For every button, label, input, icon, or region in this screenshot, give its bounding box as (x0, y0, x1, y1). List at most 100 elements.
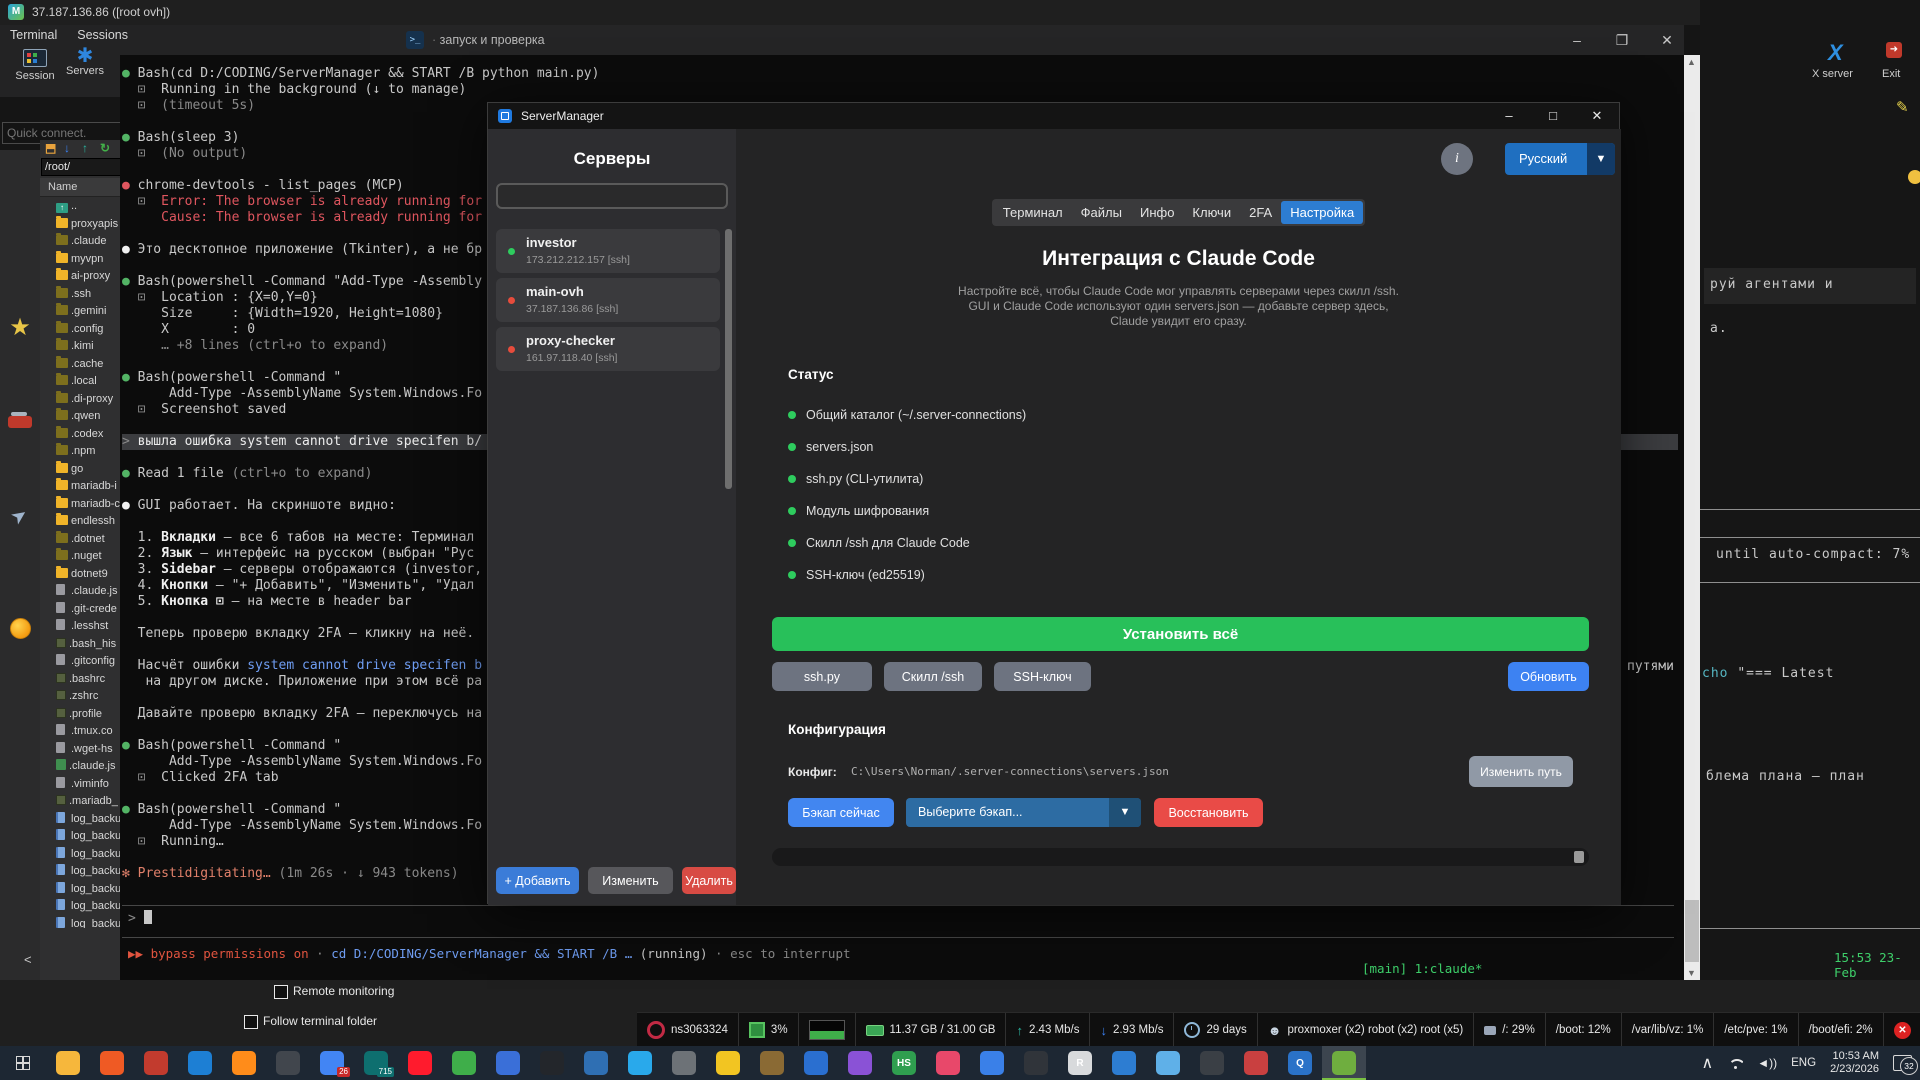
tab-2FA[interactable]: 2FA (1240, 201, 1281, 224)
taskbar-app-icon[interactable] (574, 1046, 618, 1080)
file-item[interactable]: .gitconfig (40, 653, 120, 671)
sm-maximize-button[interactable]: □ (1531, 103, 1575, 129)
file-item[interactable]: log_backu (40, 916, 120, 928)
taskbar-app-icon[interactable] (486, 1046, 530, 1080)
scrollbar-thumb[interactable] (1685, 900, 1699, 962)
x-server-icon[interactable]: X (1828, 40, 1843, 66)
servers-button[interactable]: ✱ Servers (58, 46, 112, 77)
file-item[interactable]: .wget-hs (40, 741, 120, 759)
file-item[interactable]: .cache (40, 355, 120, 374)
file-item[interactable]: .config (40, 320, 120, 339)
file-column-header[interactable]: Name (40, 178, 128, 197)
wifi-icon[interactable] (1727, 1058, 1743, 1069)
file-item[interactable]: log_backu (40, 881, 120, 899)
server-list-scrollbar[interactable] (725, 229, 732, 489)
file-item[interactable]: .claude.js (40, 583, 120, 601)
language-indicator[interactable]: ENG (1791, 1057, 1816, 1069)
taskbar-app-icon[interactable] (1190, 1046, 1234, 1080)
file-item[interactable]: .viminfo (40, 776, 120, 794)
file-item[interactable]: proxyapis (40, 215, 120, 234)
upload-icon[interactable]: ↑ (82, 141, 88, 155)
taskbar-app-icon[interactable] (970, 1046, 1014, 1080)
edit-server-button[interactable]: Изменить (588, 867, 673, 894)
server-list-item[interactable]: proxy-checker 161.97.118.40 [ssh] (496, 327, 720, 371)
restore-button[interactable]: Восстановить (1154, 798, 1263, 827)
yellow-dot-icon[interactable] (1908, 170, 1920, 184)
file-item[interactable]: .claude.js (40, 758, 120, 776)
follow-folder-checkbox[interactable] (244, 1015, 258, 1029)
file-item[interactable]: .local (40, 373, 120, 391)
file-item[interactable]: mariadb-c (40, 495, 120, 514)
minimize-button[interactable]: – (1562, 28, 1592, 52)
taskbar-app-icon[interactable] (1234, 1046, 1278, 1080)
terminal-prompt[interactable]: > (128, 910, 152, 926)
add-server-button[interactable]: + Добавить (496, 867, 579, 894)
taskbar-app-icon[interactable] (530, 1046, 574, 1080)
file-item[interactable]: .di-proxy (40, 390, 120, 409)
favorites-star-icon[interactable]: ★ (0, 302, 40, 354)
taskbar-app-icon[interactable] (750, 1046, 794, 1080)
file-item[interactable]: .lesshst (40, 618, 120, 636)
taskbar-app-icon[interactable] (46, 1046, 90, 1080)
delete-server-button[interactable]: Удалить (682, 867, 736, 894)
terminal-scrollbar[interactable]: ▲ ▼ (1684, 55, 1700, 980)
file-item[interactable]: ai-proxy (40, 268, 120, 286)
file-item[interactable]: mariadb-i (40, 478, 120, 496)
taskbar-app-icon[interactable] (134, 1046, 178, 1080)
taskbar-app-icon[interactable] (1146, 1046, 1190, 1080)
file-item[interactable]: .zshrc (40, 688, 120, 706)
file-item[interactable]: .gemini (40, 303, 120, 321)
change-path-button[interactable]: Изменить путь (1469, 756, 1573, 787)
maximize-button[interactable]: ❐ (1607, 28, 1637, 52)
tab-Ключи[interactable]: Ключи (1183, 201, 1240, 224)
taskbar-app-icon[interactable] (178, 1046, 222, 1080)
file-item[interactable]: .kimi (40, 338, 120, 356)
file-item[interactable]: log_backu (40, 846, 120, 864)
install-all-button[interactable]: Установить всё (772, 617, 1589, 651)
tab-Файлы[interactable]: Файлы (1072, 201, 1131, 224)
server-search-input[interactable] (496, 183, 728, 209)
sm-minimize-button[interactable]: – (1487, 103, 1531, 129)
file-item[interactable]: myvpn (40, 250, 120, 269)
taskbar-app-icon[interactable] (398, 1046, 442, 1080)
taskbar-app-icon[interactable] (1322, 1046, 1366, 1080)
close-icon[interactable]: ✕ (1894, 1021, 1911, 1039)
file-item[interactable]: log_backu (40, 898, 120, 916)
web-globe-icon[interactable] (0, 602, 40, 654)
chip-button[interactable]: Скилл /ssh (884, 662, 982, 691)
scroll-left-arrow[interactable]: < (24, 952, 32, 967)
file-item[interactable]: log_backu (40, 863, 120, 881)
backup-now-button[interactable]: Бэкап сейчас (788, 798, 894, 827)
start-button[interactable] (0, 1046, 46, 1080)
taskbar-app-icon[interactable] (794, 1046, 838, 1080)
file-item[interactable]: .tmux.co (40, 723, 120, 741)
file-item[interactable]: .profile (40, 706, 120, 724)
progress-thumb[interactable] (1574, 851, 1584, 863)
session-button[interactable]: Session (8, 49, 62, 82)
pencil-icon[interactable]: ✎ (1896, 98, 1909, 116)
file-item[interactable]: go (40, 460, 120, 479)
taskbar-app-icon[interactable] (222, 1046, 266, 1080)
menu-item[interactable]: Sessions (67, 25, 138, 45)
taskbar-app-icon[interactable] (266, 1046, 310, 1080)
file-item[interactable]: .dotnet (40, 530, 120, 549)
tab-Настройка[interactable]: Настройка (1281, 201, 1364, 224)
tray-chevron-icon[interactable]: ∧ (1702, 1053, 1714, 1073)
taskbar-app-icon[interactable] (1014, 1046, 1058, 1080)
file-item[interactable]: .nuget (40, 548, 120, 566)
tab-Терминал[interactable]: Терминал (994, 201, 1072, 224)
file-item[interactable]: .qwen (40, 408, 120, 426)
file-item[interactable]: log_backu (40, 811, 120, 829)
taskbar-app-icon[interactable]: R (1058, 1046, 1102, 1080)
sftp-plane-icon[interactable]: ➤ (0, 491, 40, 543)
taskbar-app-icon[interactable] (442, 1046, 486, 1080)
file-item[interactable]: ↑.. (40, 198, 120, 216)
file-item[interactable]: .codex (40, 425, 120, 444)
sm-close-button[interactable]: ✕ (1575, 103, 1619, 129)
backup-select[interactable]: Выберите бэкап... ▼ (906, 798, 1141, 827)
file-item[interactable]: .npm (40, 443, 120, 461)
taskbar-app-icon[interactable]: HS (882, 1046, 926, 1080)
remote-monitoring-checkbox[interactable] (274, 985, 288, 999)
taskbar-app-icon[interactable]: 26 (310, 1046, 354, 1080)
refresh-icon[interactable]: ↻ (100, 141, 110, 155)
